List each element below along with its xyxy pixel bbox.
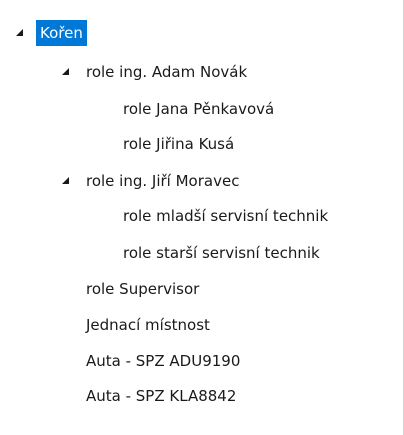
expanded-triangle-icon[interactable]: [60, 66, 72, 78]
tree-view-panel: Kořen role ing. Adam Novák role Jana Pěn…: [0, 0, 404, 435]
tree-node-label[interactable]: role ing. Jiří Moravec: [84, 168, 241, 194]
tree-node-label[interactable]: Auta - SPZ KLA8842: [84, 383, 238, 409]
tree-node-label[interactable]: role starší servisní technik: [121, 240, 322, 266]
tree-node-label[interactable]: role Supervisor: [84, 276, 201, 302]
expanded-triangle-icon[interactable]: [60, 175, 72, 187]
tree-node-label[interactable]: role Jana Pěnkavová: [121, 96, 276, 122]
tree-node-label[interactable]: role ing. Adam Novák: [84, 59, 249, 85]
tree-node-label-root[interactable]: Kořen: [36, 20, 87, 46]
expanded-triangle-icon[interactable]: [14, 27, 26, 39]
tree-node-label[interactable]: Auta - SPZ ADU9190: [84, 348, 242, 374]
tree-node-label[interactable]: role Jiřina Kusá: [121, 131, 236, 157]
tree-node-label[interactable]: Jednací místnost: [84, 312, 212, 338]
tree-node-label[interactable]: role mladší servisní technik: [121, 203, 330, 229]
